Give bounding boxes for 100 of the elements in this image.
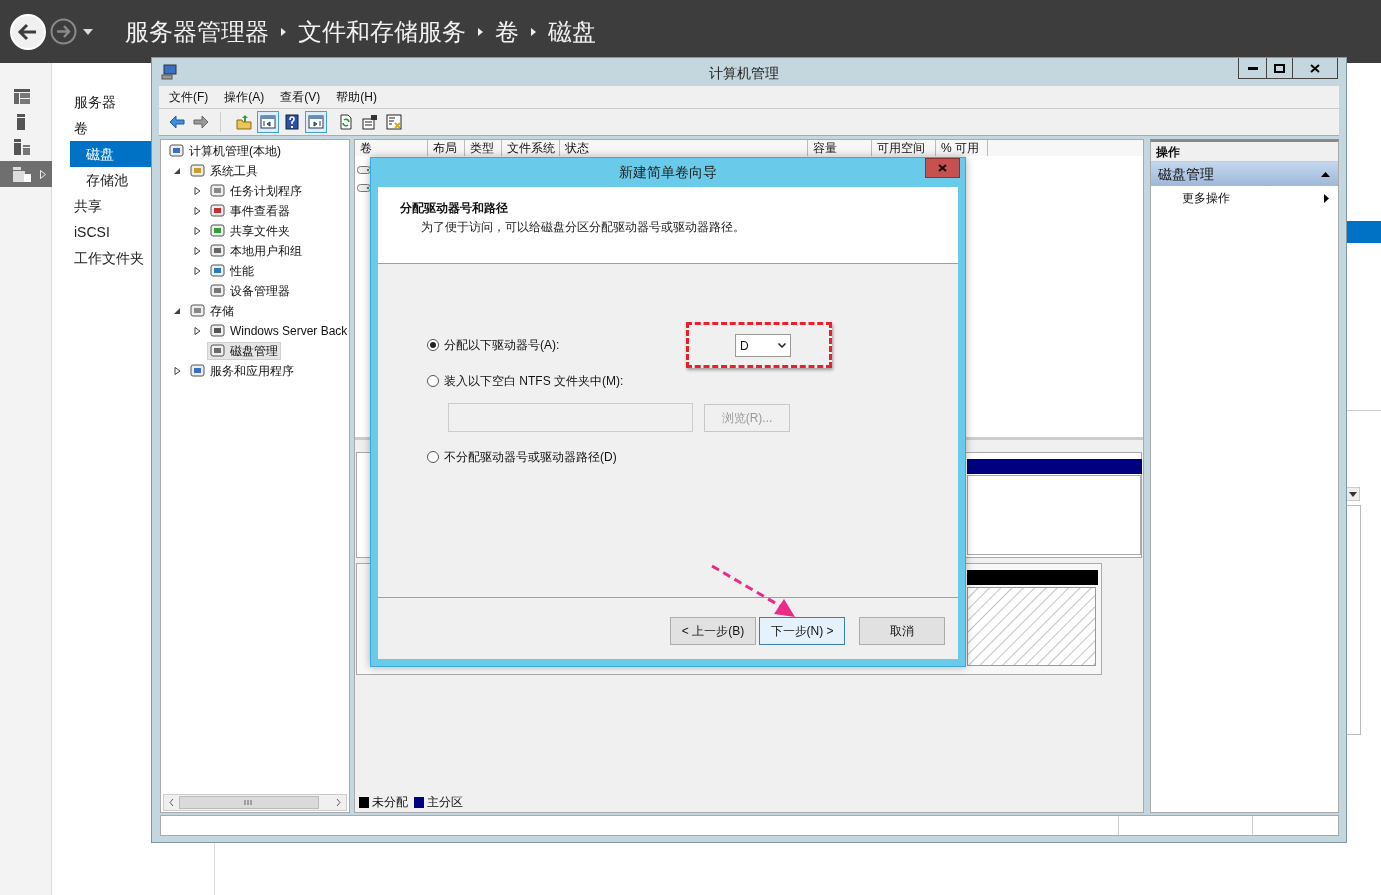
tree-item[interactable]: Windows Server Back: [207, 322, 349, 340]
tree-label: 计算机管理(本地): [189, 143, 281, 160]
tree-item[interactable]: 计算机管理(本地): [166, 142, 284, 160]
dashboard-icon[interactable]: [14, 89, 30, 104]
forward-button[interactable]: [50, 18, 77, 45]
drive-letter-dropdown[interactable]: D: [735, 334, 791, 357]
nav-item[interactable]: iSCSI: [55, 219, 151, 245]
breadcrumb-item[interactable]: 卷: [495, 19, 519, 44]
expand-icon[interactable]: [194, 267, 201, 275]
wizard-button[interactable]: 下一步(N) >: [759, 617, 845, 645]
radio-button[interactable]: [427, 339, 439, 351]
wizard-button[interactable]: < 上一步(B): [670, 617, 756, 645]
column-header[interactable]: % 可用: [936, 140, 988, 156]
menu-item[interactable]: 操作(A): [224, 88, 265, 106]
breadcrumb-item[interactable]: 磁盘: [548, 19, 596, 44]
action-item[interactable]: 更多操作: [1151, 186, 1338, 210]
expand-icon[interactable]: [194, 207, 201, 215]
nav-item[interactable]: 工作文件夹: [55, 245, 151, 271]
legend-label: 主分区: [427, 794, 463, 811]
tree-icon: [190, 303, 206, 319]
scroll-thumb[interactable]: [179, 796, 319, 809]
tree-icon: [210, 203, 226, 219]
expand-icon: [40, 169, 46, 179]
minimize-icon: [1247, 66, 1258, 70]
menu-item[interactable]: 帮助(H): [336, 88, 377, 106]
actions-section[interactable]: 磁盘管理: [1151, 162, 1338, 186]
separator-icon: [478, 27, 483, 36]
tree-icon: [190, 163, 206, 179]
option-label[interactable]: 分配以下驱动器号(A):: [444, 336, 560, 354]
menu-item[interactable]: 文件(F): [169, 88, 209, 106]
collapse-icon[interactable]: [174, 167, 181, 175]
tree-label: 本地用户和组: [230, 243, 302, 260]
nav-item[interactable]: 磁盘: [70, 141, 151, 167]
tree-item[interactable]: 性能: [207, 262, 257, 280]
column-header[interactable]: 文件系统: [502, 140, 560, 156]
refresh-icon: [338, 114, 354, 130]
back-button[interactable]: [9, 12, 47, 51]
tree-icon: [210, 283, 226, 299]
option-label[interactable]: 不分配驱动器号或驱动器路径(D): [444, 448, 617, 466]
separator-icon: [281, 27, 286, 36]
tree-item[interactable]: 系统工具: [187, 162, 261, 180]
tree-item[interactable]: 本地用户和组: [207, 242, 305, 260]
collapse-icon[interactable]: [174, 307, 181, 315]
expand-icon[interactable]: [174, 367, 181, 375]
help-icon: [284, 114, 300, 130]
tree-item[interactable]: 共享文件夹: [207, 222, 293, 240]
tree-item[interactable]: 磁盘管理: [207, 342, 281, 360]
column-header[interactable]: 类型: [465, 140, 502, 156]
column-header[interactable]: 状态: [560, 140, 808, 156]
tree-item[interactable]: 服务和应用程序: [187, 362, 297, 380]
server-icon[interactable]: [17, 114, 25, 130]
nav-item[interactable]: 卷: [55, 115, 151, 141]
separator-icon: [531, 27, 536, 36]
scrollbar[interactable]: [163, 794, 347, 811]
actions-header: 操作: [1151, 142, 1338, 162]
radio-button[interactable]: [427, 451, 439, 463]
tree-item[interactable]: 事件查看器: [207, 202, 293, 220]
tree-icon: [190, 363, 206, 379]
nav-item[interactable]: 共享: [55, 193, 151, 219]
tree-icon: [210, 263, 226, 279]
tree-item[interactable]: 存储: [187, 302, 237, 320]
tree-icon: [210, 223, 226, 239]
document-icon: [386, 114, 402, 130]
dropdown-icon[interactable]: [83, 28, 93, 35]
dropdown-icon: [778, 343, 786, 348]
tree-label: 磁盘管理: [230, 343, 278, 360]
column-header[interactable]: 容量: [808, 140, 872, 156]
storage-nav-button[interactable]: [0, 161, 52, 187]
legend-label: 未分配: [372, 794, 408, 811]
breadcrumb-item[interactable]: 文件和存储服务: [298, 19, 466, 44]
selection-band: [1347, 221, 1381, 243]
expand-icon[interactable]: [194, 247, 201, 255]
nav-item[interactable]: 存储池: [70, 167, 151, 193]
collapse-icon: [1321, 171, 1330, 177]
nav-item[interactable]: 服务器: [55, 89, 151, 115]
app-icon: [161, 64, 177, 80]
expand-icon[interactable]: [194, 187, 201, 195]
submenu-icon: [1324, 193, 1329, 203]
menu-item[interactable]: 查看(V): [280, 88, 321, 106]
maximize-icon: [1274, 63, 1285, 73]
tree-icon: [210, 323, 226, 339]
tree-label: 存储: [210, 303, 234, 320]
servers-icon[interactable]: [14, 139, 30, 155]
page-heading: 分配驱动器号和路径: [400, 200, 509, 217]
column-header[interactable]: 卷: [355, 140, 428, 156]
tree-item[interactable]: 任务计划程序: [207, 182, 305, 200]
column-header[interactable]: 可用空间: [872, 140, 936, 156]
tree-icon: [210, 243, 226, 259]
tree-icon: [210, 183, 226, 199]
column-header[interactable]: 布局: [428, 140, 465, 156]
expand-icon[interactable]: [194, 327, 201, 335]
close-icon: [938, 164, 947, 172]
wizard-button[interactable]: 取消: [859, 617, 945, 645]
tree-item[interactable]: 设备管理器: [207, 282, 293, 300]
unallocated-region[interactable]: [967, 587, 1096, 666]
breadcrumb-item[interactable]: 服务器管理器: [125, 19, 269, 44]
pane-icon: [308, 114, 324, 130]
expand-icon[interactable]: [194, 227, 201, 235]
tree-label: 设备管理器: [230, 283, 290, 300]
tree-icon: [169, 143, 185, 159]
